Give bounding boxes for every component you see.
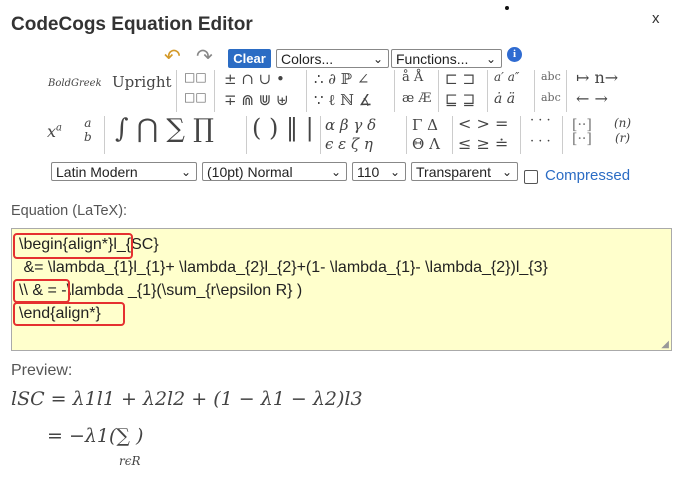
chevron-down-icon: ⌄ [180, 165, 191, 179]
symbols-row[interactable]: ∵ ℓ ℕ ∡ [314, 91, 372, 110]
operators-row[interactable]: ± ∩ ∪ • [224, 70, 285, 88]
arrows-row[interactable]: ← → [576, 89, 608, 108]
latex-editor[interactable]: \begin{align*}l_{SC} &= \lambda_{1}l_{1}… [11, 228, 672, 351]
divider [487, 70, 488, 112]
chevron-down-icon: ⌄ [501, 165, 512, 179]
divider [452, 116, 453, 154]
resize-handle[interactable]: ◢ [661, 339, 669, 350]
highlight-box [13, 302, 125, 326]
equation-label: Equation (LaTeX): [11, 203, 128, 219]
font-select-value: Latin Modern [56, 164, 138, 180]
background-select[interactable]: Transparent ⌄ [411, 162, 518, 181]
clear-button[interactable]: Clear [228, 49, 271, 68]
highlight-box [13, 233, 133, 259]
preview-line-1: lSC = λ1l1 + λ2l2 + (1 − λ1 − λ2)l3 [11, 388, 363, 410]
matrix-icon[interactable]: □□ [184, 90, 207, 104]
divider [320, 116, 321, 154]
info-icon[interactable]: i [507, 47, 522, 62]
compressed-label[interactable]: Compressed [545, 167, 630, 184]
divider [562, 116, 563, 154]
window-title: CodeCogs Equation Editor [11, 14, 253, 35]
operators-row[interactable]: ∓ ⋒ ⋓ ⊎ [224, 91, 289, 109]
symbols-row[interactable]: ∴ ∂ ℙ ∠ [314, 70, 369, 88]
overline-icon[interactable]: abc [541, 70, 561, 83]
latex-line: &= \lambda_{1}l_{1}+ \lambda_{2}l_{2}+(1… [19, 259, 548, 276]
greek-lower-row[interactable]: α β γ δ [325, 116, 376, 134]
binomial-icon[interactable]: (n) (r) [614, 116, 631, 146]
colors-select-value: Colors... [281, 51, 334, 67]
compressed-checkbox[interactable] [524, 170, 538, 184]
divider [176, 70, 177, 112]
arrows-row[interactable]: ↦ n→ [576, 68, 618, 87]
divider [406, 116, 407, 154]
size-select[interactable]: (10pt) Normal ⌄ [202, 162, 347, 181]
underline-icon[interactable]: abc [541, 91, 561, 104]
subset-row[interactable]: ⊏ ⊐ [445, 70, 475, 88]
chevron-down-icon: ⌄ [372, 52, 383, 66]
relations-row[interactable]: < > = [458, 114, 508, 133]
bold-greek-button[interactable]: BoldGreek [48, 78, 102, 89]
preview-line-2: = −λ1(∑ ) [47, 425, 144, 447]
matrix-icon[interactable]: □□ [184, 70, 207, 84]
font-select[interactable]: Latin Modern ⌄ [51, 162, 197, 181]
functions-select-value: Functions... [396, 51, 469, 67]
superscript-icon[interactable]: xa [47, 122, 62, 141]
greek-upper-row[interactable]: Γ Δ [412, 116, 438, 134]
preview-sum-subscript: rϵR [119, 454, 141, 468]
dots-row[interactable]: · · · [530, 113, 551, 128]
background-select-value: Transparent [416, 164, 491, 180]
chevron-down-icon: ⌄ [389, 165, 400, 179]
fraction-icon[interactable]: ab [84, 116, 92, 144]
highlight-box [13, 279, 70, 303]
delimiters[interactable]: ( ) ‖ | [252, 114, 314, 142]
redo-icon[interactable]: ↷ [196, 44, 213, 69]
dpi-select-value: 110 [357, 164, 380, 180]
big-operators[interactable]: ∫ ⋂ ∑ ∏ [115, 114, 214, 144]
divider [246, 116, 247, 154]
dots-row[interactable]: · · · [530, 134, 551, 149]
divider [438, 70, 439, 112]
relations-row[interactable]: ≤ ≥ ≐ [458, 134, 508, 153]
accent-row[interactable]: ȧ ä [494, 91, 515, 107]
preview-label: Preview: [11, 362, 73, 379]
foreign-row[interactable]: å Å [402, 70, 423, 85]
divider [520, 116, 521, 154]
chevron-down-icon: ⌄ [485, 52, 496, 66]
divider [306, 70, 307, 112]
divider [566, 70, 567, 112]
undo-icon[interactable]: ↶ [164, 44, 181, 69]
colors-select[interactable]: Colors... ⌄ [276, 49, 389, 68]
size-select-value: (10pt) Normal [207, 164, 293, 180]
greek-upper-row[interactable]: Θ Λ [412, 135, 440, 153]
functions-select[interactable]: Functions... ⌄ [391, 49, 502, 68]
close-button[interactable]: x [652, 10, 660, 27]
divider [534, 70, 535, 112]
decorative-dot [505, 6, 509, 10]
upright-button[interactable]: Upright [112, 73, 172, 91]
foreign-row[interactable]: æ Æ [402, 91, 431, 106]
prime-row[interactable]: a′ a″ [494, 70, 519, 84]
greek-lower-row[interactable]: ϵ ε ζ η [325, 135, 373, 153]
divider [214, 70, 215, 112]
divider [104, 116, 105, 154]
dpi-select[interactable]: 110 ⌄ [352, 162, 406, 181]
chevron-down-icon: ⌄ [330, 165, 341, 179]
matrix-bracket-icon[interactable]: [··] [··] [572, 118, 592, 146]
divider [394, 70, 395, 112]
subset-row[interactable]: ⊑ ⊒ [445, 91, 475, 109]
